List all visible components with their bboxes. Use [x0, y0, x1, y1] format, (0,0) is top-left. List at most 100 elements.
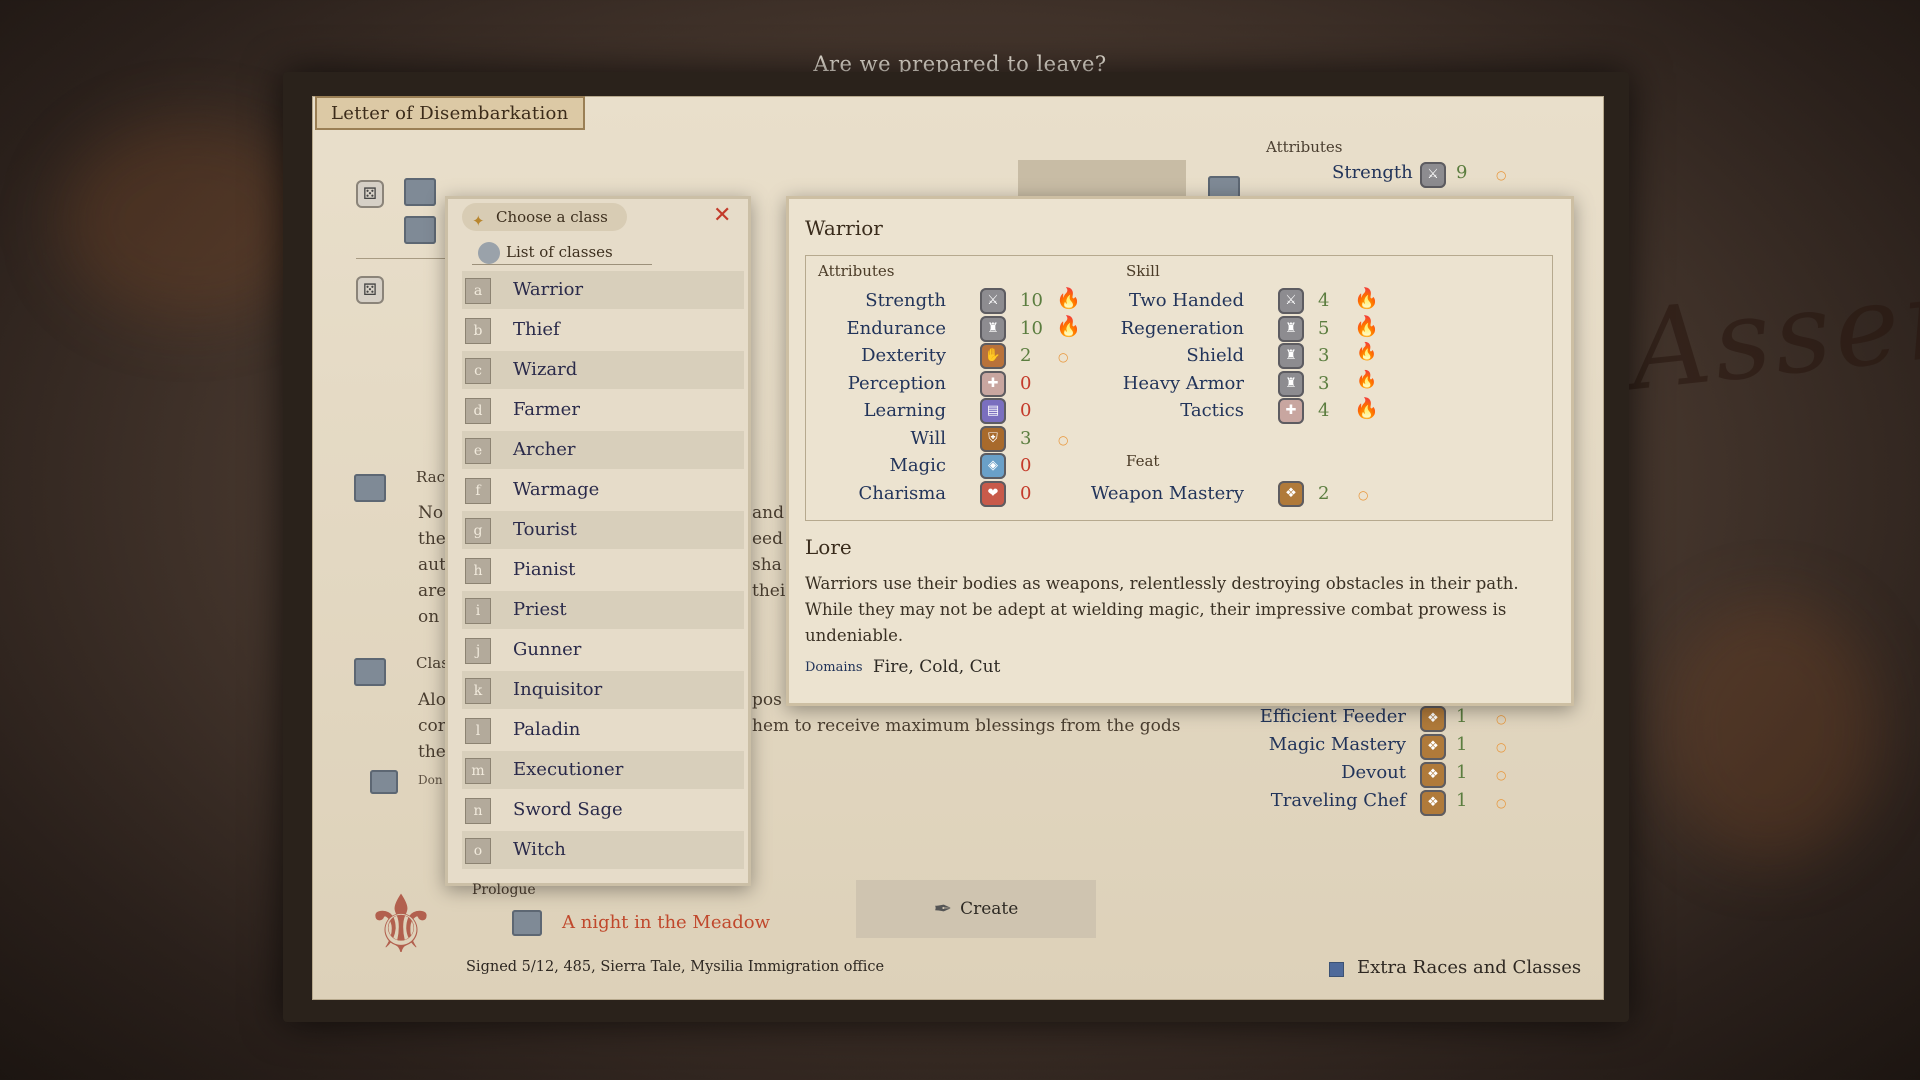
class-name: Wizard: [513, 359, 578, 380]
flame-icon: 🔥: [1356, 342, 1378, 362]
flame-icon: ○: [1496, 796, 1507, 810]
signature-line: Signed 5/12, 485, Sierra Tale, Mysilia I…: [466, 959, 885, 975]
feat-icon: ❖: [1420, 706, 1446, 732]
dexterity-icon: ✋: [980, 343, 1006, 369]
attr-magic: Magic: [889, 455, 946, 476]
class-item-paladin[interactable]: l Paladin: [462, 711, 744, 749]
class-item-archer[interactable]: e Archer: [462, 431, 744, 469]
skill-heading: Skill: [1126, 262, 1160, 280]
hotkey-badge: n: [465, 798, 491, 824]
class-item-priest[interactable]: i Priest: [462, 591, 744, 629]
edit-scroll-icon[interactable]: [512, 910, 542, 936]
prologue-value[interactable]: A night in the Meadow: [562, 912, 770, 933]
class-item-thief[interactable]: b Thief: [462, 311, 744, 349]
edit-scroll-icon[interactable]: [354, 658, 386, 686]
feat-devout: Devout: [1341, 762, 1406, 783]
class-item-farmer[interactable]: d Farmer: [462, 391, 744, 429]
perception-icon: ✚: [980, 371, 1006, 397]
attr-value: 0: [1020, 373, 1032, 394]
class-item-wizard[interactable]: c Wizard: [462, 351, 744, 389]
attributes-heading: Attributes: [1266, 138, 1343, 156]
attributes-heading: Attributes: [818, 262, 895, 280]
race-text-line: are: [418, 581, 447, 601]
portrait-frame: [1018, 160, 1186, 196]
attr-endurance: Endurance: [846, 318, 946, 339]
hotkey-badge: g: [465, 518, 491, 544]
feat-value: 1: [1456, 706, 1468, 727]
class-name: Sword Sage: [513, 799, 623, 820]
attr-will: Will: [910, 428, 946, 449]
attr-dexterity: Dexterity: [861, 345, 946, 366]
skill-regeneration: Regeneration: [1120, 318, 1244, 339]
two-handed-icon: ⚔: [1278, 288, 1304, 314]
class-name: Gunner: [513, 639, 582, 660]
edit-scroll-icon[interactable]: [404, 178, 436, 206]
hotkey-badge: f: [465, 478, 491, 504]
skill-tactics: Tactics: [1180, 400, 1244, 421]
flame-icon: ○: [1358, 488, 1369, 502]
close-button[interactable]: ✕: [713, 203, 731, 228]
class-text-line: cor: [418, 716, 446, 736]
strength-label: Strength: [1332, 162, 1413, 183]
class-item-tourist[interactable]: g Tourist: [462, 511, 744, 549]
flame-icon: 🔥: [1356, 370, 1378, 390]
edit-scroll-icon[interactable]: [404, 216, 436, 244]
attr-value: 0: [1020, 455, 1032, 476]
class-name: Paladin: [513, 719, 581, 740]
feat-value: 1: [1456, 790, 1468, 811]
attr-perception: Perception: [847, 373, 946, 394]
endurance-icon: ♜: [980, 316, 1006, 342]
immigration-seal: ⚜: [365, 878, 437, 971]
feat-weapon-mastery: Weapon Mastery: [1090, 483, 1244, 504]
class-item-inquisitor[interactable]: k Inquisitor: [462, 671, 744, 709]
attr-value: 3: [1020, 428, 1032, 449]
charisma-icon: ❤: [980, 481, 1006, 507]
dice-icon[interactable]: ⚄: [356, 180, 384, 208]
class-detail-title: Warrior: [805, 216, 883, 240]
class-item-witch[interactable]: o Witch: [462, 831, 744, 869]
flame-icon: ○: [1496, 168, 1507, 182]
class-name: Witch: [513, 839, 566, 860]
hotkey-badge: k: [465, 678, 491, 704]
hotkey-badge: i: [465, 598, 491, 624]
create-button[interactable]: ✒ Create: [856, 880, 1096, 938]
flame-icon: ○: [1496, 768, 1507, 782]
domains-value: Fire, Cold, Cut: [873, 657, 1001, 677]
race-label: Rac: [416, 468, 445, 486]
race-text-line: the: [418, 529, 446, 549]
extra-races-checkbox[interactable]: [1329, 962, 1344, 977]
flame-icon: 🔥: [1354, 314, 1379, 338]
hotkey-badge: o: [465, 838, 491, 864]
heavy-armor-icon: ♜: [1278, 371, 1304, 397]
strength-icon: ⚔: [1420, 162, 1446, 188]
stats-box: Attributes Skill Feat Strength ⚔ 10 🔥 En…: [805, 255, 1553, 521]
class-item-warrior[interactable]: a Warrior: [462, 271, 744, 309]
extra-races-label[interactable]: Extra Races and Classes: [1357, 957, 1581, 978]
domains-label: Domains: [805, 660, 863, 675]
attr-value: 2: [1020, 345, 1032, 366]
attr-value: 0: [1020, 483, 1032, 504]
class-item-sword-sage[interactable]: n Sword Sage: [462, 791, 744, 829]
class-name: Warmage: [513, 479, 600, 500]
magic-icon: ◈: [980, 453, 1006, 479]
class-item-gunner[interactable]: j Gunner: [462, 631, 744, 669]
class-item-warmage[interactable]: f Warmage: [462, 471, 744, 509]
class-item-pianist[interactable]: h Pianist: [462, 551, 744, 589]
class-text-fragment: pos: [752, 690, 782, 710]
feat-magic-mastery: Magic Mastery: [1268, 734, 1406, 755]
strength-value: 9: [1456, 162, 1468, 183]
class-name: Executioner: [513, 759, 624, 780]
edit-scroll-icon[interactable]: [370, 770, 398, 794]
dice-icon[interactable]: ⚄: [356, 276, 384, 304]
feat-icon: ❖: [1420, 734, 1446, 760]
tactics-icon: ✚: [1278, 398, 1304, 424]
class-chooser-header: ✦ Choose a class: [462, 203, 627, 231]
flame-icon: 🔥: [1354, 286, 1379, 310]
lore-heading: Lore: [805, 535, 852, 559]
class-item-executioner[interactable]: m Executioner: [462, 751, 744, 789]
class-label: Clas: [416, 654, 449, 672]
edit-scroll-icon[interactable]: [354, 474, 386, 502]
strength-icon: ⚔: [980, 288, 1006, 314]
prologue-label: Prologue: [472, 882, 536, 898]
race-text-fragment: and: [752, 503, 784, 523]
